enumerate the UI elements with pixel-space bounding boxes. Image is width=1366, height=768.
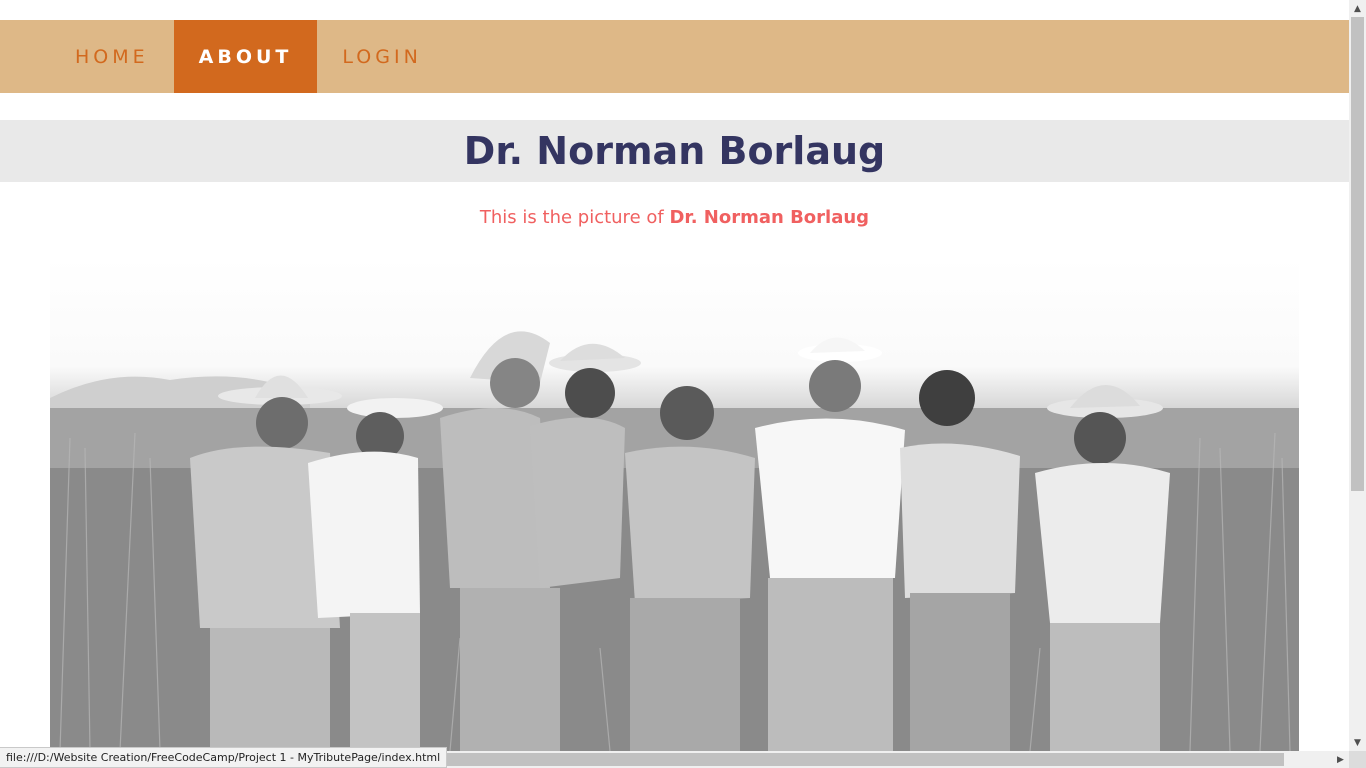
nav-login-link[interactable]: LOGIN	[317, 20, 446, 93]
page-viewport: HOME ABOUT LOGIN Dr. Norman Borlaug This…	[0, 0, 1349, 751]
scrollbar-corner	[1349, 751, 1366, 768]
title-banner: Dr. Norman Borlaug	[0, 120, 1349, 182]
borlaug-photo	[50, 258, 1299, 751]
vertical-scroll-thumb[interactable]	[1351, 17, 1364, 491]
vertical-scrollbar[interactable]: ▲ ▼	[1349, 0, 1366, 751]
photo-caption: This is the picture of Dr. Norman Borlau…	[0, 207, 1349, 228]
top-navbar: HOME ABOUT LOGIN	[0, 20, 1349, 93]
status-bar-url: file:///D:/Website Creation/FreeCodeCamp…	[0, 747, 448, 768]
scroll-down-icon[interactable]: ▼	[1349, 734, 1366, 751]
caption-text: This is the picture of	[479, 207, 670, 228]
scroll-up-icon[interactable]: ▲	[1349, 0, 1366, 17]
nav-about-link[interactable]: ABOUT	[173, 20, 318, 93]
page-title: Dr. Norman Borlaug	[463, 129, 886, 173]
photo-image	[50, 331, 1299, 751]
nav-home-link[interactable]: HOME	[50, 20, 174, 93]
caption-name: Dr. Norman Borlaug	[669, 207, 870, 228]
scroll-right-icon[interactable]: ▶	[1332, 751, 1349, 768]
